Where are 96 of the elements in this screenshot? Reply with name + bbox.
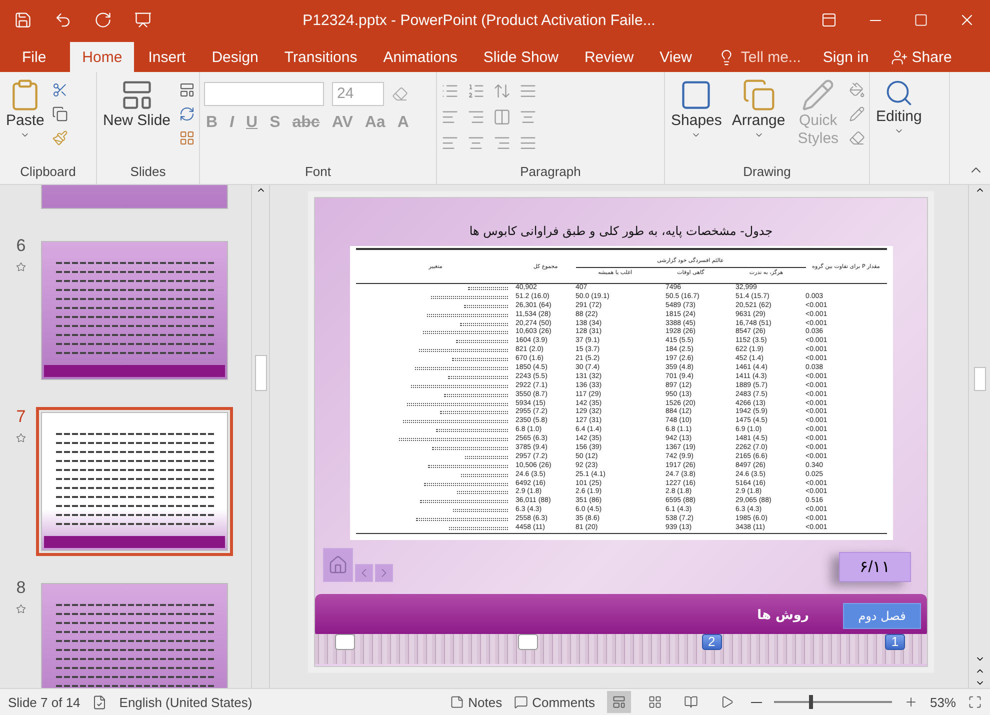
ribbon-tab[interactable]: Design [200, 42, 270, 72]
fill-icon[interactable] [849, 82, 865, 98]
align-text-icon[interactable] [519, 108, 537, 126]
illegible-label-drawing [456, 491, 508, 494]
book-icon [684, 695, 698, 709]
normal-view-icon [612, 695, 626, 709]
ribbon-tab[interactable]: File [0, 42, 68, 72]
group-label: Font [304, 164, 332, 181]
home-icon [328, 554, 348, 575]
scrollbar-thumb[interactable] [974, 367, 986, 391]
slide-title: جدول- مشخصات پایه، به طور کلی و طبق فراوانی کابوس ها [469, 224, 773, 238]
ribbon-tab[interactable]: Transitions [272, 42, 370, 72]
group-label: Drawing [742, 164, 792, 181]
tell-me-field[interactable]: Tell me... [738, 48, 807, 66]
zoom-in-icon[interactable] [904, 695, 918, 709]
fit-slide-icon[interactable] [968, 695, 982, 709]
illegible-label-drawing [460, 474, 508, 477]
illegible-label-drawing [464, 456, 508, 459]
numbered-marker[interactable]: 1 [884, 634, 905, 650]
page-number: ۶/۱۱ [839, 552, 911, 582]
undo-icon[interactable] [54, 11, 72, 29]
star-icon [16, 262, 26, 272]
comments-icon [514, 695, 528, 709]
justify-icon[interactable] [519, 134, 537, 152]
align-center-icon[interactable] [467, 134, 485, 152]
layout-icon[interactable] [178, 82, 195, 98]
scrollbar-thumb[interactable] [254, 355, 266, 391]
section-title: روش ها [757, 608, 809, 624]
illegible-label-drawing [436, 429, 508, 432]
bullets-icon[interactable] [441, 82, 459, 100]
ribbon-tab[interactable]: Animations [371, 42, 470, 72]
sign-in-link[interactable]: Sign in [816, 42, 875, 72]
person-icon [890, 48, 908, 66]
maximize-icon [914, 13, 928, 27]
illegible-label-drawing [440, 411, 508, 414]
slide-number: 8 [16, 578, 26, 598]
spelling-icon[interactable] [92, 694, 108, 710]
zoom-percent: 53% [930, 694, 956, 710]
zoom-thumb[interactable] [809, 695, 814, 709]
ribbon-tab[interactable]: Slide Show [471, 42, 570, 72]
share-button[interactable]: Share [884, 42, 958, 72]
illegible-label-drawing [464, 304, 508, 308]
new-slide-button[interactable]: New Slide [101, 76, 173, 164]
language: English (United States) [119, 694, 252, 710]
illegible-label-drawing [452, 509, 508, 512]
slide-thumbnail[interactable] [36, 407, 233, 556]
star-icon [16, 604, 26, 614]
grid-icon [648, 695, 662, 709]
section-button[interactable]: فصل دوم [843, 602, 921, 629]
illegible-label-drawing [460, 322, 508, 326]
ribbon-tab[interactable]: Review [572, 42, 646, 72]
align-left-icon[interactable] [441, 134, 459, 152]
blank-marker[interactable] [335, 634, 355, 650]
ribbon-display-icon [821, 12, 837, 28]
columns-icon[interactable] [493, 108, 511, 126]
font-name-field[interactable] [204, 82, 324, 106]
group-label: Slides [129, 164, 167, 181]
blank-marker[interactable] [518, 634, 538, 650]
notes-icon [450, 695, 464, 709]
ribbon-tab[interactable]: Home [70, 42, 134, 72]
illegible-label-drawing [444, 394, 508, 397]
arrange-button[interactable]: Arrange [730, 76, 788, 164]
paste-button[interactable]: Paste [4, 76, 46, 164]
illegible-label-drawing [456, 340, 508, 344]
reset-icon[interactable] [178, 106, 195, 122]
next-button[interactable] [375, 564, 393, 582]
editing-button[interactable]: Editing [874, 76, 924, 184]
group-label: Paragraph [519, 164, 582, 181]
align-right-icon[interactable] [493, 134, 511, 152]
illegible-label-drawing [468, 286, 508, 290]
window-title: P12324.pptx - PowerPoint (Product Activation Faile... [302, 12, 656, 28]
numbering-icon[interactable] [467, 82, 485, 100]
shapes-button[interactable]: Shapes [669, 76, 724, 164]
group-label: Clipboard [19, 164, 77, 181]
star-icon [16, 433, 26, 443]
copy-icon[interactable] [52, 106, 68, 122]
notes-button[interactable]: Notes [450, 694, 502, 710]
slide-count: Slide 7 of 14 [8, 694, 80, 710]
comments-button[interactable]: Comments [514, 694, 595, 710]
illegible-label-drawing [448, 376, 508, 379]
slide-number: 6 [16, 236, 26, 256]
play-icon [720, 695, 734, 709]
redo-icon[interactable] [94, 11, 112, 29]
numbered-marker[interactable]: 2 [702, 634, 722, 650]
presentation-icon[interactable] [134, 11, 152, 29]
slide-number: 7 [16, 407, 26, 427]
save-icon[interactable] [14, 11, 32, 29]
previous-button[interactable] [355, 564, 373, 582]
illegible-label-drawing [452, 358, 508, 362]
line-spacing-icon[interactable] [493, 82, 511, 100]
ribbon-tab[interactable]: View [648, 42, 704, 72]
cut-icon[interactable] [52, 82, 68, 98]
illegible-label-drawing [448, 527, 508, 530]
normal-view-button[interactable] [606, 691, 631, 713]
ribbon-tab[interactable]: Insert [136, 42, 198, 72]
font-size-field[interactable]: 24 [332, 82, 384, 106]
